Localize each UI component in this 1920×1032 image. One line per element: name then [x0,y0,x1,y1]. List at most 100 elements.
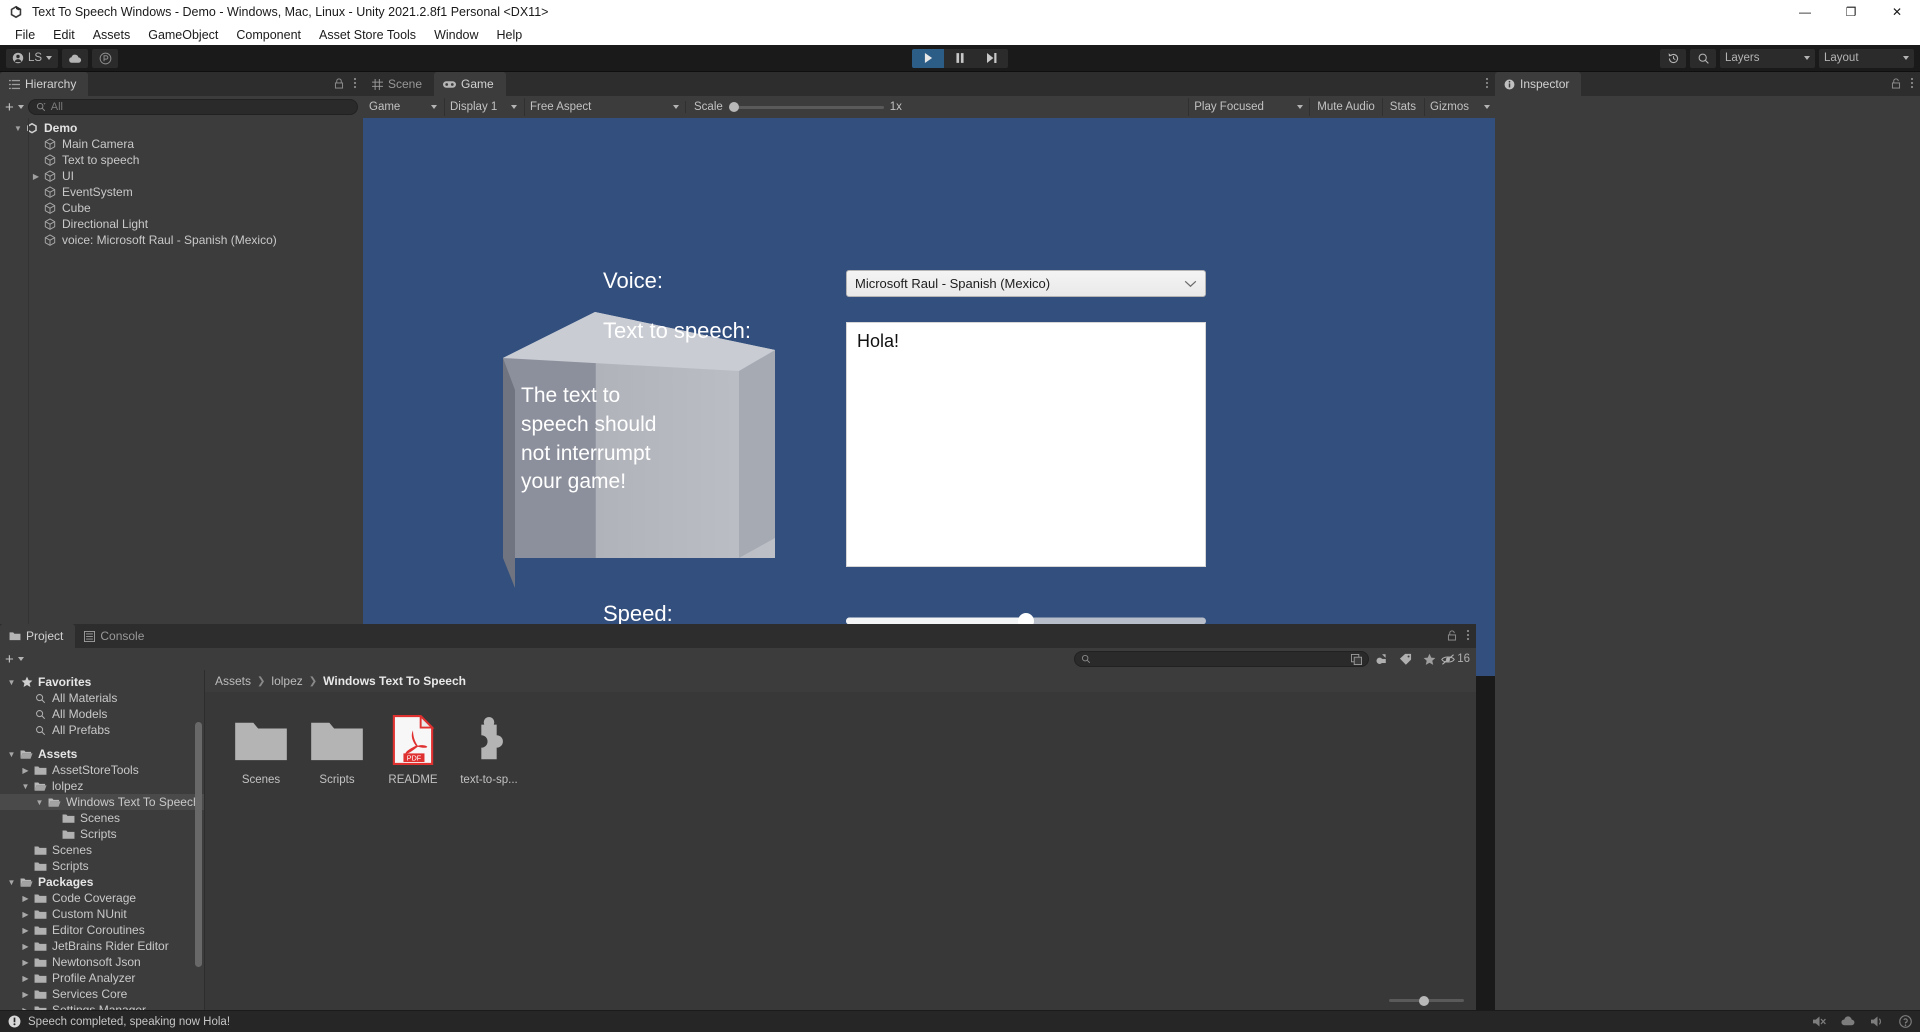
chevron-down-icon[interactable]: ▼ [5,878,18,887]
no-mute-icon[interactable] [1870,1015,1885,1028]
project-tree-item[interactable]: All Prefabs [0,722,204,738]
kebab-menu-icon[interactable] [1910,77,1914,89]
project-tree-item[interactable]: Scenes [0,810,204,826]
chevron-down-icon[interactable]: ▼ [19,782,32,791]
tab-scene[interactable]: Scene [363,72,434,96]
asset-zoom-slider-knob[interactable] [1419,995,1429,1006]
chevron-down-icon[interactable] [17,105,24,109]
lock-icon[interactable] [1447,629,1457,641]
hierarchy-tree[interactable]: ▼ Demo Main Camera Text to speech ▶ UI EventSy… [0,118,363,676]
stats-button[interactable]: Stats [1381,98,1423,116]
gizmos-dropdown[interactable]: Gizmos [1424,98,1494,116]
asset-grid[interactable]: Scenes Scripts PDF README text-to-sp... [205,692,1476,1010]
tab-project[interactable]: Project [0,624,76,648]
hierarchy-item[interactable]: EventSystem [0,184,363,200]
game-viewmode-dropdown[interactable]: Game [364,98,442,116]
filter-by-type-icon[interactable] [1369,649,1393,669]
tab-game[interactable]: Game [434,72,506,96]
chevron-down-icon[interactable]: ▼ [5,678,18,687]
chevron-right-icon[interactable]: ▶ [19,942,32,951]
chevron-down-icon[interactable]: ▼ [5,750,18,759]
hierarchy-item[interactable]: Directional Light [0,216,363,232]
scale-control[interactable]: Scale 1x [685,101,910,113]
chevron-down-icon[interactable]: ▼ [33,798,46,807]
undo-history-button[interactable] [1660,48,1686,68]
menu-item-window[interactable]: Window [425,26,487,44]
kebab-menu-icon[interactable] [1485,77,1489,89]
project-tree-item[interactable]: ▼ Favorites [0,674,204,690]
chevron-right-icon[interactable]: ▶ [30,172,42,181]
display-dropdown[interactable]: Display 1 [444,98,522,116]
hierarchy-item[interactable]: Text to speech [0,152,363,168]
services-button[interactable] [92,48,119,68]
project-tree-item[interactable]: ▶ Profile Analyzer [0,970,204,986]
project-tree-item[interactable]: ▼ Windows Text To Speech [0,794,204,810]
project-tree-item[interactable]: ▶ Services Core [0,986,204,1002]
menu-item-assets[interactable]: Assets [84,26,140,44]
project-tree-scroll-thumb[interactable] [195,722,202,967]
chevron-down-icon[interactable]: ▼ [12,124,24,133]
project-tree-item[interactable]: All Materials [0,690,204,706]
breadcrumb-current[interactable]: Windows Text To Speech [323,674,466,688]
minimize-button[interactable]: — [1782,0,1828,24]
account-button[interactable]: LS [6,48,59,68]
tab-inspector[interactable]: Inspector [1495,72,1582,96]
menu-item-file[interactable]: File [6,26,44,44]
project-tree-item[interactable]: ▶ Custom NUnit [0,906,204,922]
open-search-window-icon[interactable] [1351,653,1363,665]
chevron-right-icon[interactable]: ▶ [19,974,32,983]
project-tree-item[interactable]: ▼ Assets [0,746,204,762]
hierarchy-item[interactable]: ▶ UI [0,168,363,184]
create-gameobject-button[interactable]: + [5,100,14,115]
kebab-menu-icon[interactable] [1466,629,1470,641]
chevron-down-icon[interactable] [17,657,24,661]
global-search-button[interactable] [1690,48,1716,68]
voice-dropdown[interactable]: Microsoft Raul - Spanish (Mexico) [846,270,1206,297]
filter-by-label-icon[interactable] [1393,649,1417,669]
project-tree-item[interactable]: ▼ Packages [0,874,204,890]
hierarchy-item[interactable]: voice: Microsoft Raul - Spanish (Mexico) [0,232,363,248]
lock-icon[interactable] [1891,77,1901,89]
layers-dropdown[interactable]: Layers [1720,48,1815,68]
hierarchy-item[interactable]: ▼ Demo [0,120,363,136]
menu-item-help[interactable]: Help [488,26,532,44]
mute-status-icon[interactable] [1812,1015,1827,1028]
chevron-right-icon[interactable]: ▶ [19,766,32,775]
lock-icon[interactable] [334,77,344,89]
hierarchy-item[interactable]: Cube [0,200,363,216]
project-tree-item[interactable]: ▶ AssetStoreTools [0,762,204,778]
project-tree-item[interactable]: ▶ Newtonsoft Json [0,954,204,970]
hierarchy-search-input[interactable]: All [27,99,358,115]
kebab-menu-icon[interactable] [353,77,357,89]
hierarchy-item[interactable]: Main Camera [0,136,363,152]
create-asset-button[interactable]: + [5,652,14,667]
asset-item[interactable]: Scenes [223,714,299,786]
text-to-speech-input[interactable]: Hola! [846,322,1206,567]
project-tree-item[interactable]: ▶ Code Coverage [0,890,204,906]
asset-item[interactable]: Scripts [299,714,375,786]
project-tree-item[interactable]: All Models [0,706,204,722]
project-tree-item[interactable]: ▶ Settings Manager [0,1002,204,1010]
scale-slider-knob[interactable] [728,102,739,112]
aspect-dropdown[interactable]: Free Aspect [524,98,684,116]
project-tree-item[interactable]: Scripts [0,826,204,842]
project-tree-item[interactable]: Scripts [0,858,204,874]
maximize-button[interactable]: ❐ [1828,0,1874,24]
tab-console[interactable]: Console [75,624,156,648]
chevron-right-icon[interactable]: ▶ [19,990,32,999]
pause-button[interactable] [944,48,976,68]
project-tree-item[interactable]: Scenes [0,842,204,858]
project-tree-item[interactable]: ▼ lolpez [0,778,204,794]
chevron-right-icon[interactable]: ▶ [19,910,32,919]
status-bar[interactable]: Speech completed, speaking now Hola! [0,1010,1920,1032]
step-button[interactable] [976,48,1008,68]
project-tree-item[interactable]: ▶ Editor Coroutines [0,922,204,938]
game-view-canvas[interactable]: The text to speech should not interrumpt yo… [363,118,1495,676]
scale-slider[interactable] [728,102,884,112]
favorites-star-icon[interactable] [1417,649,1441,669]
project-tree-item[interactable]: ▶ JetBrains Rider Editor [0,938,204,954]
breadcrumb-assets[interactable]: Assets [215,674,251,688]
chevron-right-icon[interactable]: ▶ [19,894,32,903]
menu-item-asset-store-tools[interactable]: Asset Store Tools [310,26,425,44]
project-search-input[interactable] [1074,651,1370,667]
